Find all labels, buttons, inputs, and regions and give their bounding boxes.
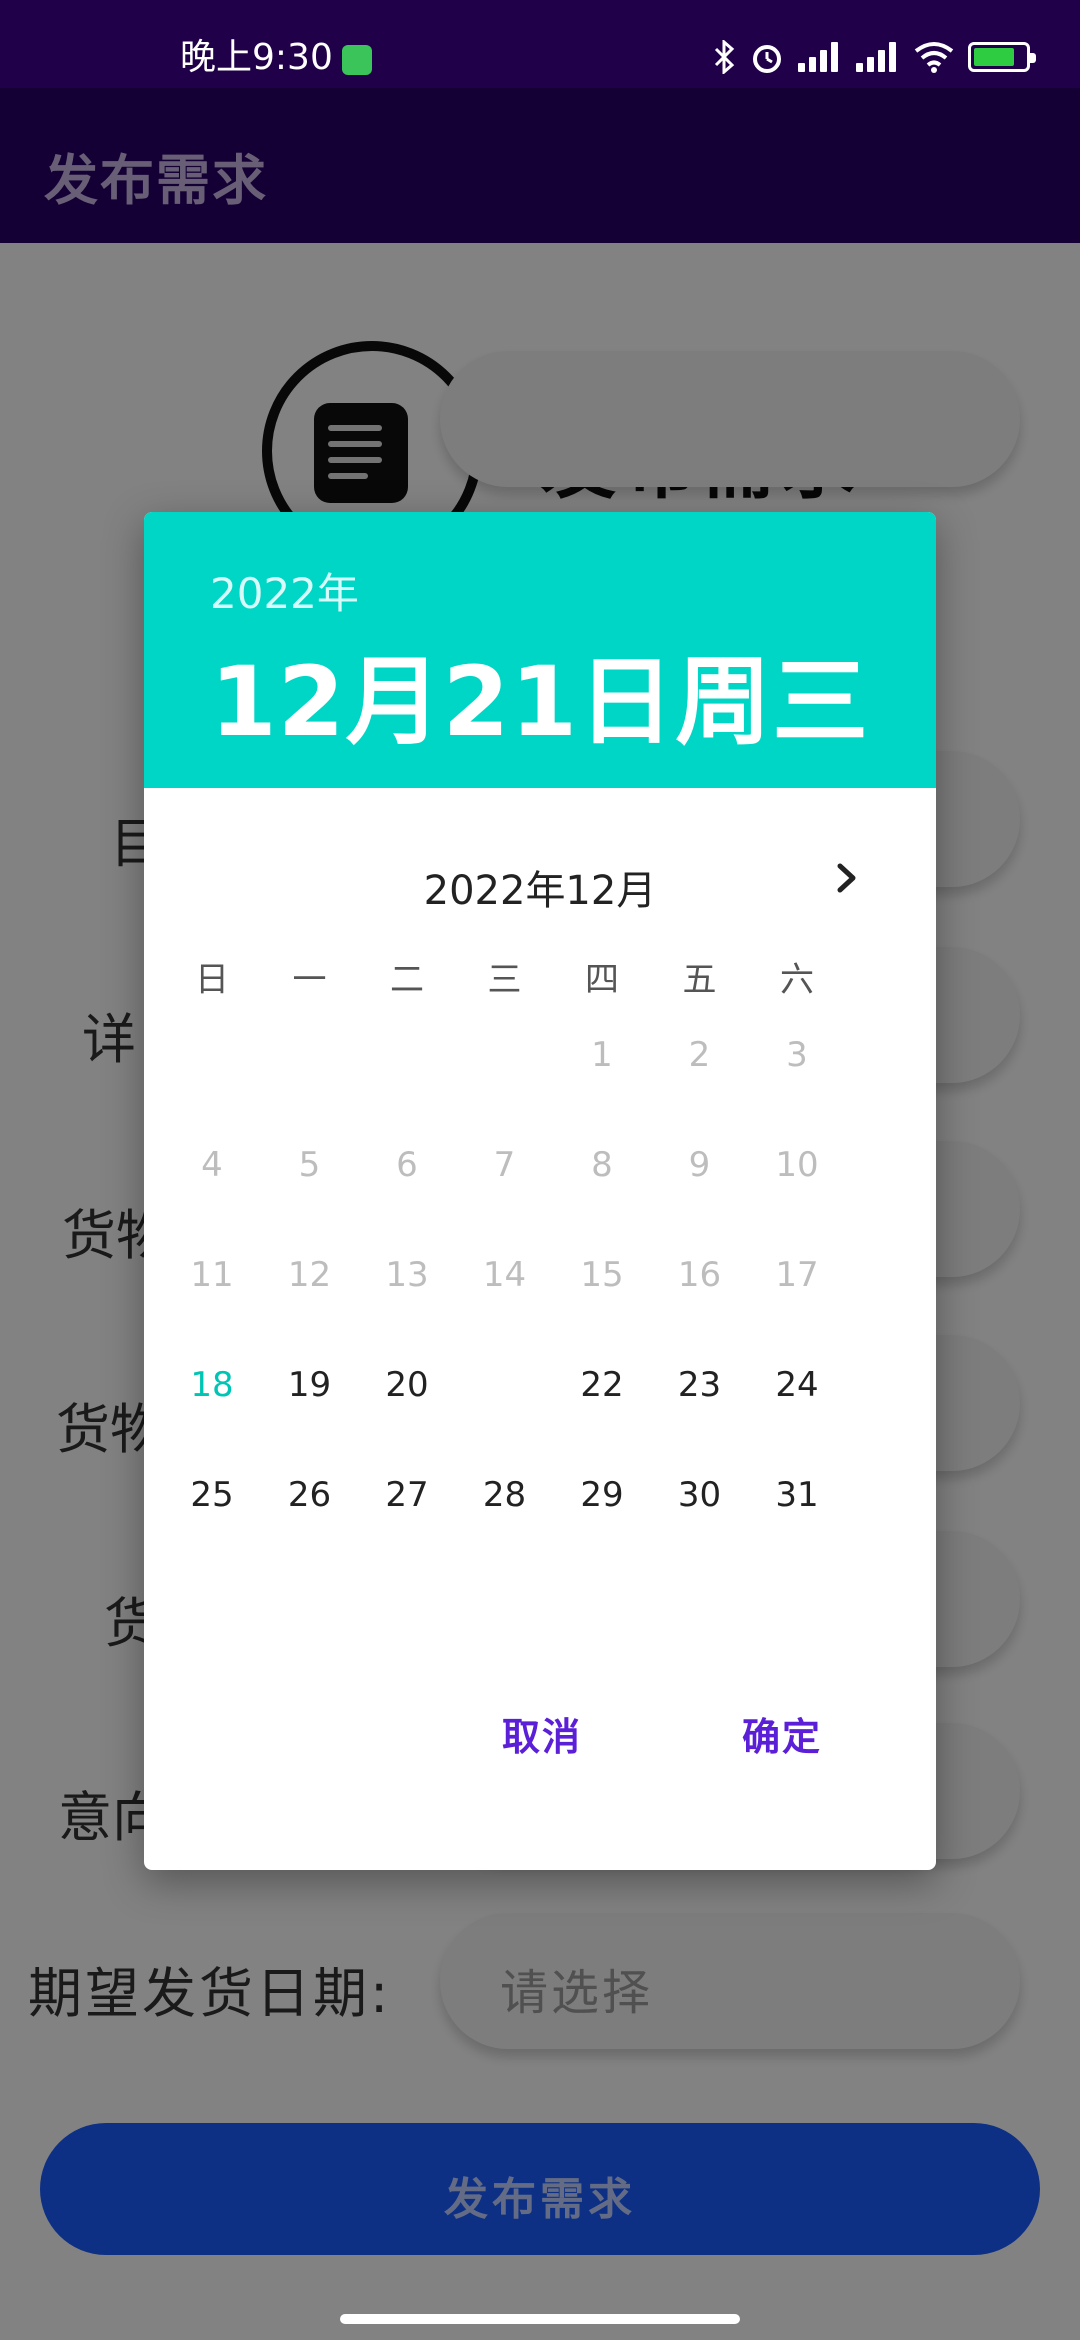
bluetooth-icon — [714, 40, 735, 74]
chevron-right-icon[interactable] — [826, 858, 866, 898]
day-cell: 9 — [688, 1145, 711, 1185]
ok-button[interactable]: 确定 — [742, 1706, 822, 1761]
home-indicator[interactable] — [340, 2314, 740, 2324]
date-picker-header: 2022年 12月21日周三 — [144, 512, 936, 788]
date-picker-dialog: 2022年 12月21日周三 2022年12月 日一二三四五六123456789… — [144, 512, 936, 1870]
day-cell: 2 — [688, 1035, 711, 1075]
day-cell[interactable]: 24 — [747, 1335, 847, 1435]
day-cell[interactable]: 20 — [357, 1335, 457, 1435]
weekday-label: 五 — [682, 960, 717, 1000]
day-cell: 15 — [580, 1255, 624, 1295]
day-cell[interactable]: 18 — [162, 1335, 262, 1435]
app-notification-icon — [342, 45, 372, 75]
day-cell: 5 — [298, 1145, 321, 1185]
day-cell[interactable]: 26 — [260, 1445, 360, 1545]
header-year[interactable]: 2022年 — [210, 560, 359, 621]
day-cell: 1 — [591, 1035, 613, 1075]
day-cell: 4 — [201, 1145, 223, 1185]
day-cell: 3 — [786, 1035, 808, 1075]
day-cell: 13 — [385, 1255, 429, 1295]
day-cell[interactable]: 28 — [455, 1445, 555, 1545]
weekday-label: 六 — [780, 960, 814, 1000]
signal-icon — [798, 42, 842, 72]
month-label: 2022年12月 — [423, 868, 657, 914]
day-cell[interactable]: 23 — [650, 1335, 750, 1435]
day-cell-selected[interactable]: 21 — [448, 1329, 561, 1441]
day-cell[interactable]: 30 — [650, 1445, 750, 1545]
day-cell: 7 — [493, 1145, 516, 1185]
wifi-icon — [914, 42, 954, 73]
day-cell: 17 — [775, 1255, 819, 1295]
weekday-label: 二 — [390, 960, 424, 1000]
weekday-label: 四 — [585, 960, 619, 1000]
day-cell[interactable]: 25 — [162, 1445, 262, 1545]
weekday-label: 日 — [195, 960, 229, 1000]
status-icons — [712, 40, 1036, 74]
weekday-label: 一 — [292, 960, 327, 1000]
weekday-label: 三 — [487, 960, 522, 1000]
day-cell[interactable]: 31 — [747, 1445, 847, 1545]
day-cell: 12 — [287, 1255, 332, 1295]
alarm-icon — [753, 45, 781, 73]
day-cell: 10 — [775, 1145, 819, 1185]
day-cell[interactable]: 19 — [260, 1335, 360, 1435]
signal-icon — [856, 42, 900, 72]
status-bar: 晚上9:30 — [0, 0, 1080, 88]
day-cell[interactable]: 29 — [552, 1445, 652, 1545]
day-cell[interactable]: 27 — [357, 1445, 457, 1545]
day-cell: 8 — [591, 1145, 613, 1185]
header-selected-date[interactable]: 12月21日周三 — [210, 624, 869, 763]
status-time: 晚上9:30 — [180, 37, 333, 78]
day-cell[interactable]: 22 — [552, 1335, 652, 1435]
day-cell: 11 — [190, 1255, 234, 1295]
day-cell: 14 — [482, 1255, 527, 1295]
day-cell: 6 — [396, 1145, 418, 1185]
battery-charging-icon — [968, 42, 1036, 72]
day-cell: 16 — [677, 1255, 722, 1295]
cancel-button[interactable]: 取消 — [502, 1706, 582, 1761]
